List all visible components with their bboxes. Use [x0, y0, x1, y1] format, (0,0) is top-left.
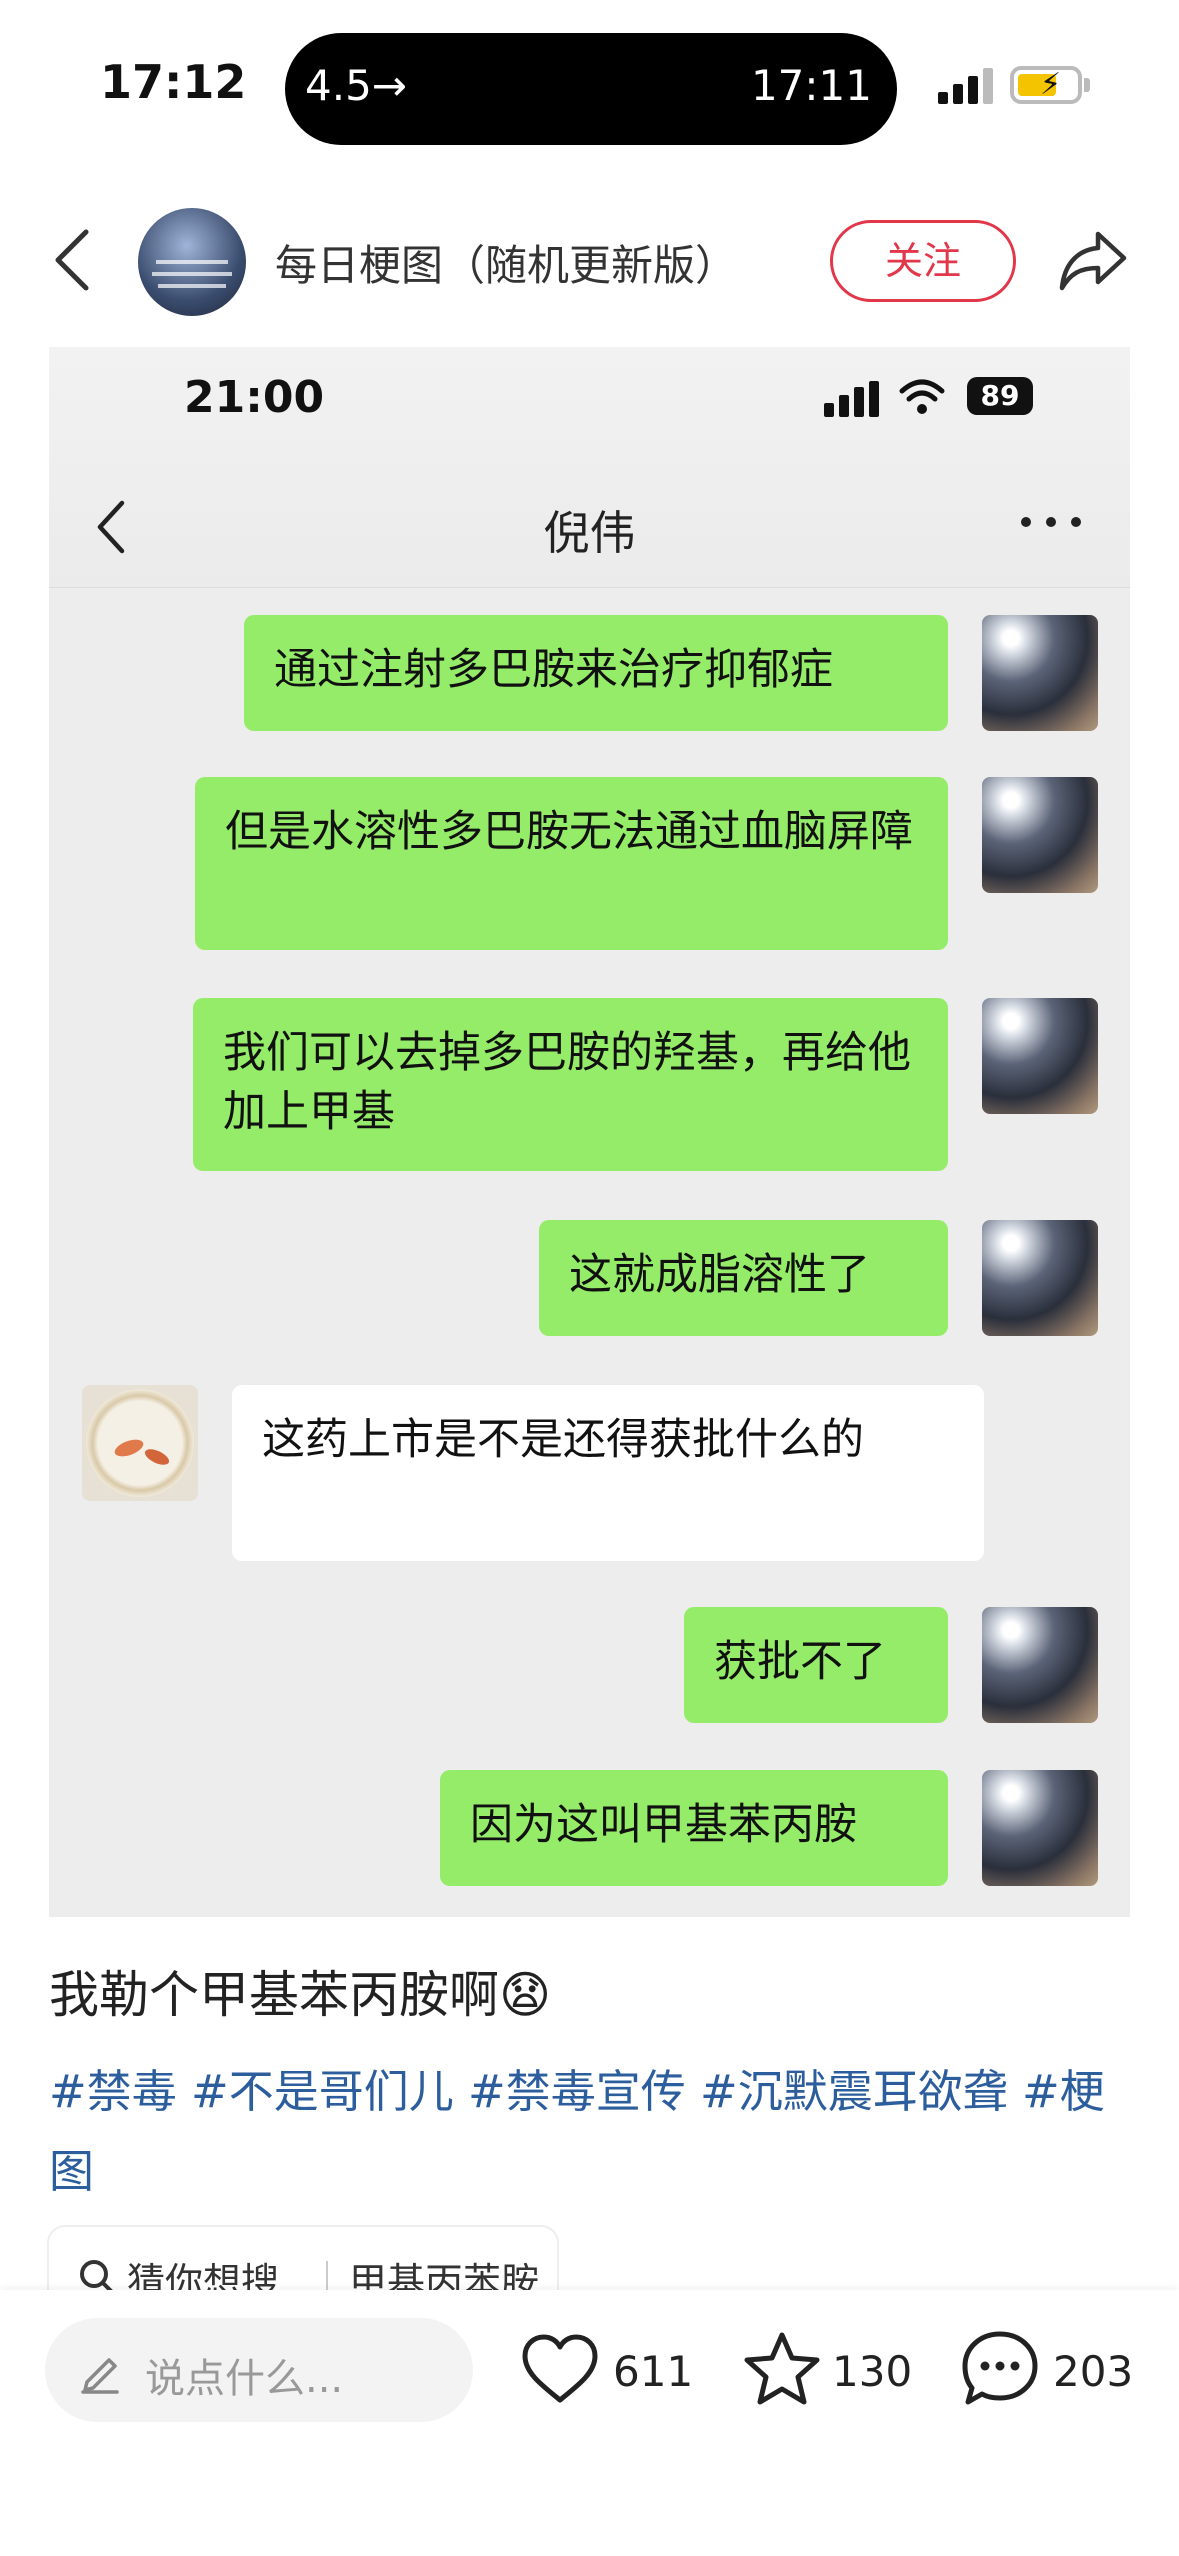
contact-avatar — [82, 1385, 198, 1501]
like-count: 611 — [613, 2347, 694, 2396]
post-tags[interactable]: #禁毒 #不是哥们儿 #禁毒宣传 #沉默震耳欲聋 #梗图 — [49, 2052, 1139, 2212]
share-icon[interactable] — [1058, 228, 1128, 292]
chat-wifi-icon — [899, 379, 945, 414]
chat-contact-name: 倪伟 — [543, 506, 636, 560]
chat-message: 获批不了 — [684, 1607, 948, 1723]
my-avatar — [982, 1607, 1098, 1723]
chat-message: 这就成脂溶性了 — [539, 1220, 948, 1336]
chat-signal-icon — [824, 381, 884, 417]
comment-icon[interactable] — [960, 2328, 1040, 2410]
comment-count: 203 — [1053, 2347, 1134, 2396]
author-avatar[interactable] — [138, 208, 246, 316]
chat-message: 因为这叫甲基苯丙胺 — [440, 1770, 948, 1886]
comment-placeholder: 说点什么... — [145, 2356, 344, 2402]
chat-divider — [49, 587, 1130, 588]
status-time: 17:12 — [100, 55, 247, 109]
island-left-text: 4.5→ — [305, 61, 407, 110]
my-avatar — [982, 998, 1098, 1114]
post-title: 我勒个甲基苯丙胺啊😧 — [49, 1966, 552, 2024]
my-avatar — [982, 615, 1098, 731]
my-avatar — [982, 777, 1098, 893]
chat-message: 我们可以去掉多巴胺的羟基，再给他加上甲基 — [193, 998, 948, 1171]
like-icon[interactable] — [520, 2332, 600, 2406]
comment-input[interactable]: 说点什么... — [45, 2318, 473, 2422]
island-right-text: 17:11 — [750, 61, 872, 110]
star-icon[interactable] — [742, 2330, 822, 2408]
chat-battery-icon: 89 — [967, 377, 1033, 415]
follow-button[interactable]: 关注 — [830, 220, 1016, 302]
signal-icon — [938, 68, 994, 104]
chat-more-icon — [1021, 517, 1081, 533]
battery-icon: ⚡ — [1010, 66, 1082, 104]
chat-message: 通过注射多巴胺来治疗抑郁症 — [244, 615, 948, 731]
collect-count: 130 — [832, 2347, 913, 2396]
my-avatar — [982, 1220, 1098, 1336]
battery-tip — [1084, 78, 1090, 92]
back-icon[interactable] — [52, 228, 92, 292]
chat-status-time: 21:00 — [184, 372, 325, 423]
pencil-icon — [81, 2358, 119, 2394]
chat-message: 但是水溶性多巴胺无法通过血脑屏障 — [195, 777, 948, 950]
author-name[interactable]: 每日梗图（随机更新版） — [275, 232, 737, 293]
my-avatar — [982, 1770, 1098, 1886]
dynamic-island: 4.5→ 17:11 — [285, 33, 897, 145]
chat-message: 这药上市是不是还得获批什么的 — [232, 1385, 984, 1561]
post-image[interactable]: 21:00 89 倪伟 通过注射多巴胺来治疗抑郁症 但是水溶性多巴胺无法通过血脑… — [49, 347, 1130, 1917]
